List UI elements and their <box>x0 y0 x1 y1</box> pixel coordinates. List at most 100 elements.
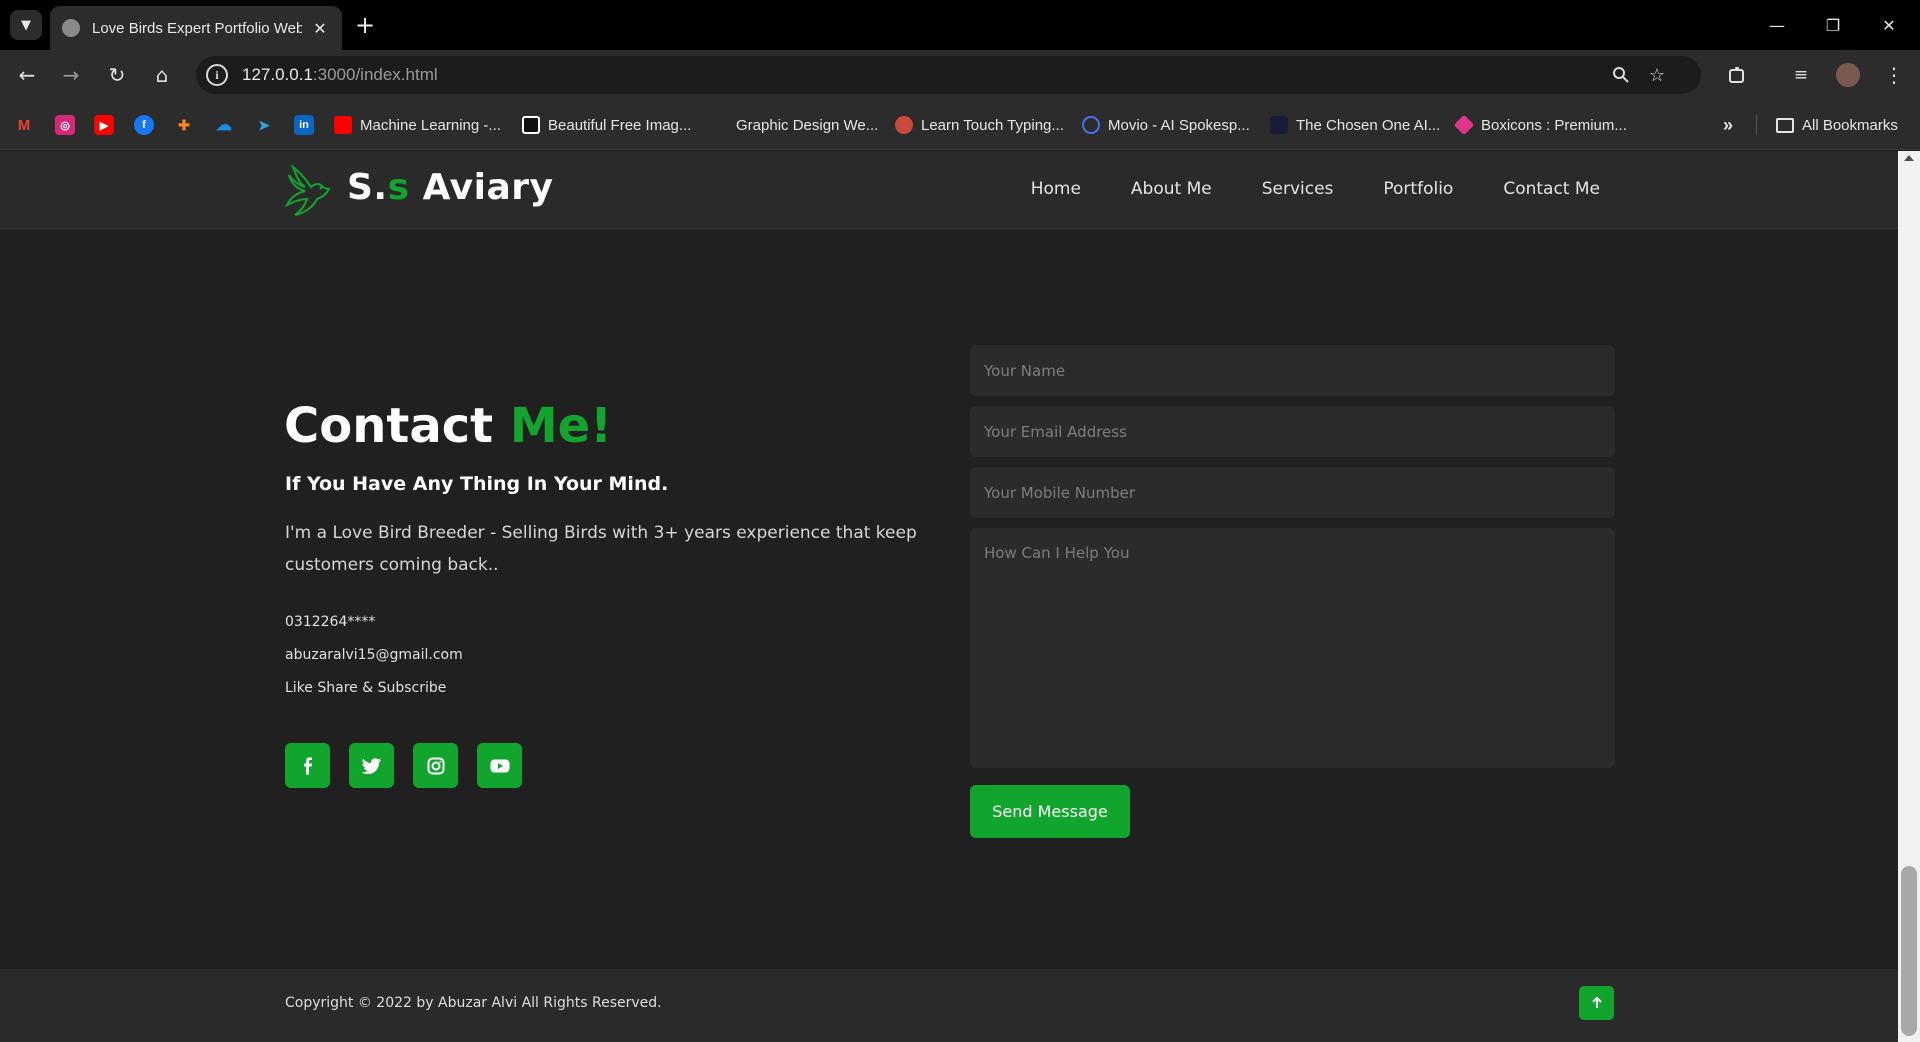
twitter-icon <box>361 757 381 774</box>
back-arrow-icon[interactable]: ← <box>12 60 42 90</box>
bird-logo-icon[interactable] <box>283 163 333 217</box>
youtube-button[interactable] <box>477 743 522 788</box>
contact-subheading: If You Have Any Thing In Your Mind. <box>285 473 669 495</box>
send-message-button[interactable]: Send Message <box>970 785 1130 838</box>
cloud-bookmark-icon[interactable]: ☁ <box>214 115 234 135</box>
bookmark-item[interactable]: The Chosen One AI... <box>1270 114 1440 136</box>
bookmark-label: Learn Touch Typing... <box>921 116 1064 134</box>
site-logo[interactable]: S.s Aviary <box>347 167 553 208</box>
bookmark-star-icon[interactable]: ☆ <box>1645 63 1669 87</box>
browser-toolbar: ← → ↻ ⌂ i 127.0.0.1:3000/index.html ☆ ≡ … <box>0 50 1920 100</box>
logo-text-prefix: S. <box>347 167 388 208</box>
site-footer: Copyright © 2022 by Abuzar Alvi All Righ… <box>0 969 1898 1042</box>
bookmark-item[interactable]: Graphic Design We... <box>710 114 878 136</box>
contact-heading-highlight: Me! <box>509 398 613 454</box>
browser-menu-icon[interactable]: ⋮ <box>1879 60 1909 90</box>
browser-tab-bar: ▼ Love Birds Expert Portfolio Web ✕ + — … <box>0 0 1920 50</box>
facebook-bookmark-icon[interactable]: f <box>134 115 154 135</box>
instagram-icon <box>427 757 444 774</box>
logo-text-suffix: Aviary <box>409 167 554 208</box>
contact-email: abuzaralvi15@gmail.com <box>285 647 463 663</box>
window-close-icon[interactable]: ✕ <box>1874 10 1904 40</box>
all-bookmarks-button[interactable]: All Bookmarks <box>1776 114 1898 136</box>
nav-portfolio[interactable]: Portfolio <box>1383 179 1453 199</box>
address-bar[interactable]: i 127.0.0.1:3000/index.html ☆ <box>196 56 1701 94</box>
new-tab-plus-icon[interactable]: + <box>352 11 378 39</box>
bookmark-item[interactable]: Movio - AI Spokesp... <box>1082 114 1250 136</box>
minimize-icon[interactable]: — <box>1762 10 1792 40</box>
facebook-icon <box>303 757 312 774</box>
tab-search-chevron-icon[interactable]: ▼ <box>10 10 42 40</box>
extensions-icon[interactable] <box>1722 60 1752 90</box>
copyright-text: Copyright © 2022 by Abuzar Alvi All Righ… <box>285 995 662 1011</box>
url-path: :3000/index.html <box>312 65 438 84</box>
contact-tagline: Like Share & Subscribe <box>285 680 447 696</box>
globe-icon <box>62 19 80 37</box>
youtube-icon <box>334 116 352 134</box>
more-bookmarks-chevron-icon[interactable]: » <box>1718 115 1738 135</box>
nav-contact-me[interactable]: Contact Me <box>1503 179 1600 199</box>
scroll-to-top-arrow-icon[interactable] <box>1579 986 1614 1020</box>
youtube-bookmark-icon[interactable]: ▶ <box>94 115 114 135</box>
web-page: S.s Aviary Home About Me Services Portfo… <box>0 151 1898 1042</box>
media-control-icon[interactable]: ≡ <box>1786 60 1816 90</box>
nav-about-me[interactable]: About Me <box>1131 179 1212 199</box>
instagram-bookmark-icon[interactable]: ◎ <box>55 115 75 135</box>
telegram-bookmark-icon[interactable]: ➤ <box>254 115 274 135</box>
bookmark-label: The Chosen One AI... <box>1296 116 1441 134</box>
name-input[interactable] <box>970 345 1615 396</box>
page-scrollbar[interactable] <box>1898 151 1920 1042</box>
twitter-button[interactable] <box>349 743 394 788</box>
gmail-icon[interactable]: M <box>14 115 34 135</box>
mobile-input[interactable] <box>970 467 1615 518</box>
bookmarks-divider <box>1756 115 1757 135</box>
bookmark-item[interactable]: Learn Touch Typing... <box>895 114 1064 136</box>
scrollbar-thumb[interactable] <box>1901 866 1917 1036</box>
bookmark-label: Movio - AI Spokesp... <box>1108 116 1250 134</box>
site-nav: Home About Me Services Portfolio Contact… <box>981 179 1600 199</box>
folder-icon <box>1776 117 1794 133</box>
url-text[interactable]: 127.0.0.1:3000/index.html <box>242 65 438 85</box>
site-header: S.s Aviary Home About Me Services Portfo… <box>0 151 1898 229</box>
site-info-icon[interactable]: i <box>206 64 228 86</box>
restore-icon[interactable]: ❐ <box>1818 10 1848 40</box>
contact-description: I'm a Love Bird Breeder - Selling Birds … <box>285 523 917 575</box>
forward-arrow-icon[interactable]: → <box>56 60 86 90</box>
browser-tab-active[interactable]: Love Birds Expert Portfolio Web ✕ <box>50 6 342 50</box>
logo-text-highlight: s <box>387 167 410 208</box>
bookmark-item[interactable]: Beautiful Free Imag... <box>522 114 691 136</box>
typing-ninja-icon <box>895 116 913 134</box>
bookmark-label: Machine Learning -... <box>360 116 501 134</box>
profile-avatar[interactable] <box>1833 60 1863 90</box>
bookmark-label: Boxicons : Premium... <box>1481 116 1627 134</box>
youtube-icon <box>490 759 509 772</box>
linkedin-bookmark-icon[interactable]: in <box>294 115 314 135</box>
nav-services[interactable]: Services <box>1262 179 1334 199</box>
all-bookmarks-label: All Bookmarks <box>1802 116 1898 134</box>
bookmark-item[interactable]: Boxicons : Premium... <box>1453 114 1627 136</box>
tab-close-icon[interactable]: ✕ <box>310 18 330 38</box>
contact-heading: Contact Me! <box>284 398 612 454</box>
email-input[interactable] <box>970 406 1615 457</box>
nav-home[interactable]: Home <box>1031 179 1081 199</box>
movio-icon <box>1082 116 1100 134</box>
bookmark-label: Beautiful Free Imag... <box>548 116 692 134</box>
bookmark-item[interactable]: Machine Learning -... <box>334 114 501 136</box>
reload-icon[interactable]: ↻ <box>102 60 132 90</box>
instagram-button[interactable] <box>413 743 458 788</box>
contact-heading-main: Contact <box>284 398 510 454</box>
facebook-button[interactable] <box>285 743 330 788</box>
bookmark-label: Graphic Design We... <box>736 116 879 134</box>
url-host: 127.0.0.1 <box>242 65 313 84</box>
chosen-one-icon <box>1270 116 1288 134</box>
contact-phone: 0312264**** <box>285 614 376 630</box>
app-bookmark-icon[interactable]: ✚ <box>174 115 194 135</box>
zoom-search-icon[interactable] <box>1609 63 1633 87</box>
home-icon[interactable]: ⌂ <box>147 60 177 90</box>
tab-title: Love Birds Expert Portfolio Web <box>92 19 302 37</box>
unsplash-icon <box>522 116 540 134</box>
message-textarea[interactable] <box>970 528 1615 768</box>
scroll-up-arrow-icon[interactable] <box>1904 155 1914 161</box>
boxicons-icon <box>1453 114 1475 136</box>
design-site-icon <box>710 116 728 134</box>
